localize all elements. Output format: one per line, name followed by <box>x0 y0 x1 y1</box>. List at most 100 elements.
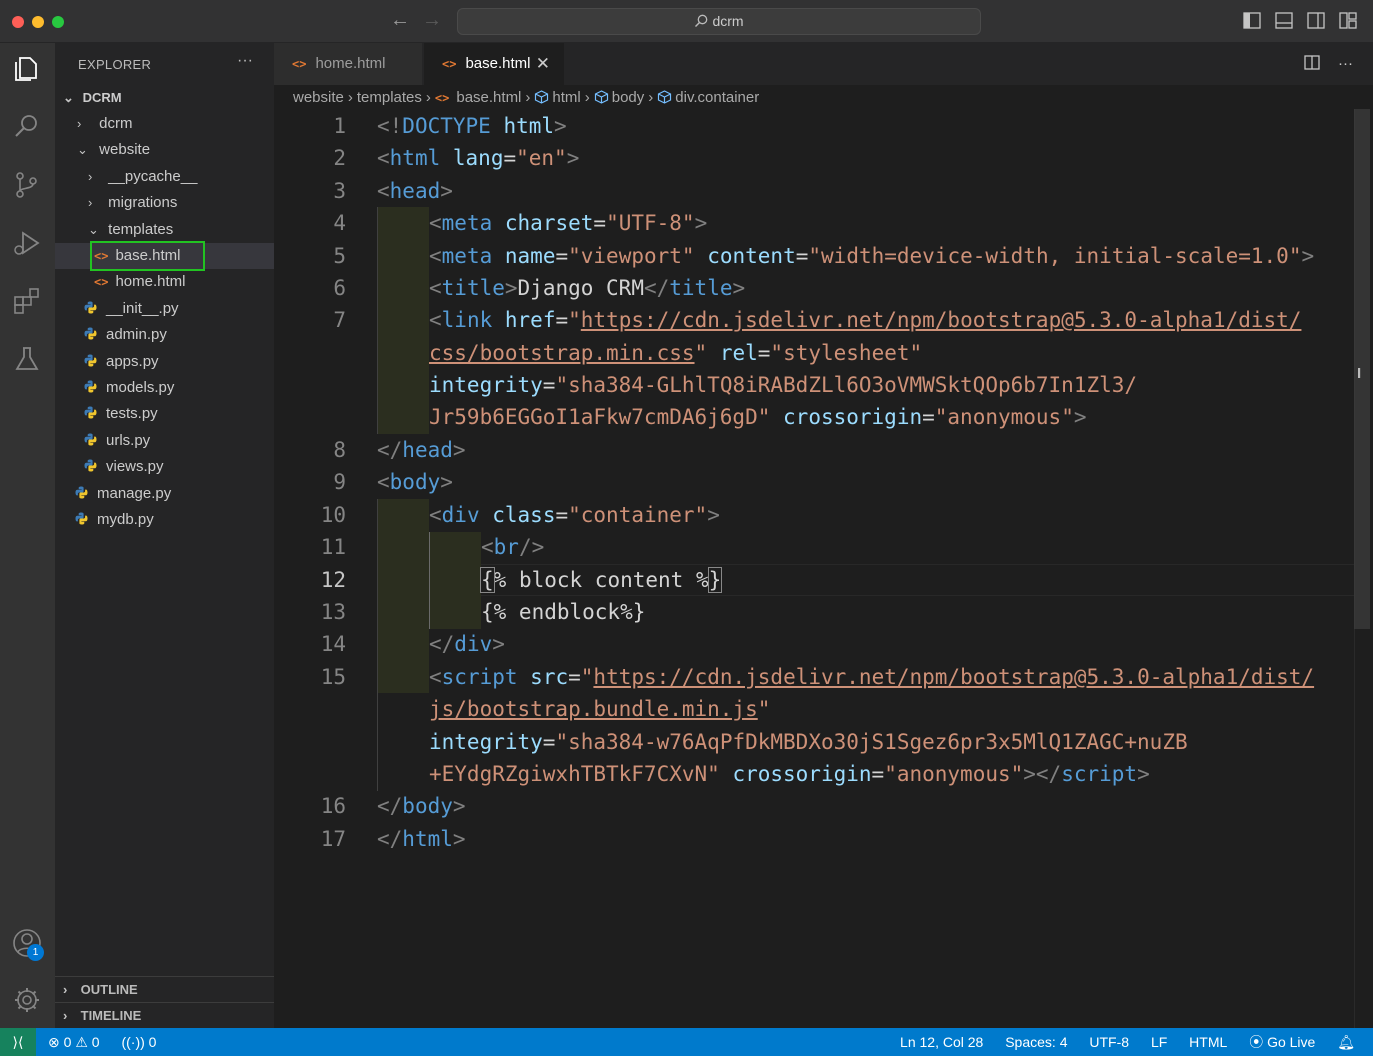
run-and-debug-icon[interactable] <box>11 227 43 259</box>
tree-item-views-py[interactable]: views.py <box>55 454 274 480</box>
tree-item-home-html[interactable]: <> home.html <box>55 269 274 295</box>
chevron-right-icon: › <box>88 169 93 184</box>
customize-layout-icon[interactable] <box>1339 12 1357 29</box>
layout-controls <box>1243 12 1357 29</box>
notifications-bell-icon[interactable]: 🔔︎ <box>1337 1028 1355 1056</box>
tree-item-label: __init__.py <box>106 300 179 317</box>
tab-home-html[interactable]: <> home.html <box>274 43 423 85</box>
timeline-section[interactable]: › TIMELINE <box>55 1002 274 1029</box>
extensions-icon[interactable] <box>11 285 43 317</box>
code-line: </div> <box>429 632 505 656</box>
go-live-label: Go Live <box>1267 1034 1316 1050</box>
tab-label: base.html <box>465 55 531 72</box>
split-editor-icon[interactable] <box>1304 55 1320 74</box>
line-number: 14 <box>320 632 346 656</box>
symbol-cube-icon <box>658 90 672 104</box>
line-number: 4 <box>333 211 346 235</box>
remote-indicator-icon[interactable]: ⟩⟨ <box>0 1028 36 1056</box>
explorer-more-actions-icon[interactable]: ··· <box>237 52 253 70</box>
indent-guide <box>377 499 378 791</box>
end-of-line[interactable]: LF <box>1151 1028 1167 1056</box>
tree-item-mydb-py[interactable]: mydb.py <box>55 507 274 533</box>
testing-flask-icon[interactable] <box>11 343 43 375</box>
explorer-sidebar: EXPLORER ··· ⌄ DCRM › dcrm ⌄ website › _… <box>55 43 274 1028</box>
tree-item-label: templates <box>108 221 174 238</box>
tree-item-label: mydb.py <box>97 511 154 528</box>
breadcrumb-item[interactable]: div.container <box>675 89 759 106</box>
tree-item-pycache[interactable]: › __pycache__ <box>55 164 274 190</box>
problems-indicator[interactable]: ⊗ 0 ⚠ 0 <box>48 1028 100 1056</box>
indent-guide <box>377 207 378 434</box>
maximize-window-button[interactable] <box>52 16 64 28</box>
forward-arrow-icon[interactable]: → <box>422 9 442 32</box>
code-line: {% block content %} <box>480 567 723 593</box>
text-cursor-icon: I <box>1357 365 1362 382</box>
tab-base-html[interactable]: <> base.html ✕ <box>424 43 564 85</box>
code-line: <title>Django CRM</title> <box>429 276 746 300</box>
command-center-search[interactable]: dcrm <box>457 8 981 35</box>
tree-item-admin-py[interactable]: admin.py <box>55 322 274 348</box>
explorer-header: EXPLORER <box>78 57 152 72</box>
line-number: 6 <box>333 276 346 300</box>
tree-item-manage-py[interactable]: manage.py <box>55 481 274 507</box>
code-line: </html> <box>377 827 466 851</box>
tree-item-templates[interactable]: ⌄ templates <box>55 217 274 243</box>
tree-item-tests-py[interactable]: tests.py <box>55 401 274 427</box>
selection-highlight-box <box>90 241 205 271</box>
chevron-right-icon: › <box>347 89 353 106</box>
status-left: ⊗ 0 ⚠ 0 ((·)) 0 <box>48 1028 174 1056</box>
close-icon[interactable]: ✕ <box>536 43 550 85</box>
symbol-cube-icon <box>535 90 549 104</box>
breadcrumb-item[interactable]: templates <box>357 89 422 106</box>
code-line: <link href="https://cdn.jsdelivr.net/npm… <box>429 308 1302 332</box>
timeline-label: TIMELINE <box>80 1008 142 1023</box>
language-mode[interactable]: HTML <box>1189 1028 1227 1056</box>
tree-item-label: migrations <box>108 194 178 211</box>
line-number: 9 <box>333 470 346 494</box>
tree-item-models-py[interactable]: models.py <box>55 375 274 401</box>
breadcrumb-item[interactable]: website <box>293 89 344 106</box>
outline-section[interactable]: › OUTLINE <box>55 976 274 1003</box>
broadcast-icon: ((·)) <box>121 1034 145 1050</box>
tree-item-label: views.py <box>106 458 164 475</box>
code-line-wrap: css/bootstrap.min.css" rel="stylesheet" <box>429 341 923 365</box>
encoding[interactable]: UTF-8 <box>1089 1028 1129 1056</box>
line-number: 11 <box>320 535 346 559</box>
tree-item-urls-py[interactable]: urls.py <box>55 428 274 454</box>
tree-item-init-py[interactable]: __init__.py <box>55 296 274 322</box>
error-count: 0 <box>63 1034 72 1050</box>
more-actions-icon[interactable]: ··· <box>1338 55 1353 74</box>
tree-item-apps-py[interactable]: apps.py <box>55 349 274 375</box>
manage-gear-icon[interactable] <box>11 984 43 1016</box>
chevron-right-icon: › <box>584 89 590 106</box>
breadcrumb-item[interactable]: base.html <box>456 89 521 106</box>
line-number: 16 <box>320 794 346 818</box>
code-editor[interactable]: 1 2 3 4 5 6 7 8 9 10 11 12 13 14 15 16 1… <box>274 109 1367 1028</box>
minimize-window-button[interactable] <box>32 16 44 28</box>
cursor-position[interactable]: Ln 12, Col 28 <box>900 1028 983 1056</box>
line-number: 3 <box>333 179 346 203</box>
breadcrumb-item[interactable]: html <box>552 89 580 106</box>
code-line: <!DOCTYPE html> <box>377 114 567 138</box>
search-icon[interactable] <box>11 111 43 143</box>
tree-item-website[interactable]: ⌄ website <box>55 137 274 163</box>
ports-indicator[interactable]: ((·)) 0 <box>121 1028 156 1056</box>
toggle-secondary-sidebar-icon[interactable] <box>1307 12 1325 29</box>
editor-tabs: <> home.html <> base.html ✕ ··· <box>274 43 1373 85</box>
warning-count: 0 <box>91 1034 100 1050</box>
back-arrow-icon[interactable]: ← <box>390 9 410 32</box>
go-live-button[interactable]: ⦿ Go Live <box>1249 1028 1315 1056</box>
close-window-button[interactable] <box>12 16 24 28</box>
tree-item-label: urls.py <box>106 432 151 449</box>
indentation[interactable]: Spaces: 4 <box>1005 1028 1067 1056</box>
source-control-icon[interactable] <box>11 169 43 201</box>
code-line: <div class="container"> <box>429 503 720 527</box>
tree-item-migrations[interactable]: › migrations <box>55 190 274 216</box>
toggle-panel-icon[interactable] <box>1275 12 1293 29</box>
explorer-files-icon[interactable] <box>11 53 43 85</box>
workspace-root[interactable]: ⌄ DCRM <box>55 85 274 111</box>
breadcrumb-item[interactable]: body <box>612 89 645 106</box>
tree-item-dcrm[interactable]: › dcrm <box>55 111 274 137</box>
toggle-primary-sidebar-icon[interactable] <box>1243 12 1261 29</box>
indent-highlight <box>377 207 429 434</box>
